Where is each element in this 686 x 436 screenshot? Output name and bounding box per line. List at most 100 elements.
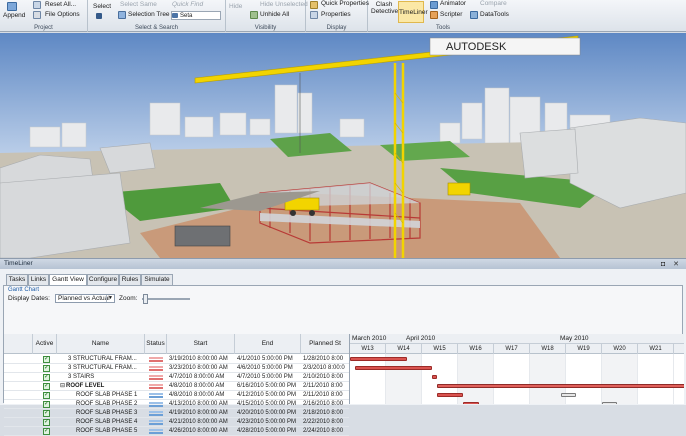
file-options-button[interactable]: File Options <box>45 11 80 18</box>
datatools-icon <box>470 11 478 19</box>
gantt-actual-bar[interactable] <box>437 384 684 388</box>
task-planned-start: 2/11/2010 8:00 <box>303 383 343 389</box>
tab-rules[interactable]: Rules <box>119 274 141 285</box>
week-header: W17 <box>494 344 530 354</box>
status-icon <box>149 366 163 371</box>
tab-tasks[interactable]: Tasks <box>6 274 28 285</box>
task-start: 4/8/2010 8:00:00 AM <box>169 383 225 389</box>
gantt-actual-bar[interactable] <box>437 393 464 397</box>
unhide-icon <box>250 11 258 19</box>
table-row[interactable]: ✓ ROOF SLAB PHASE 3 4/19/2010 8:00:00 AM 4/… <box>4 409 349 418</box>
task-planned-start: 2/22/2010 8:00 <box>303 419 344 425</box>
table-row[interactable]: ✓ 3 STRUCTURAL FRAM... 3/23/2010 8:00:00 A… <box>4 364 349 373</box>
gantt-actual-bar[interactable] <box>350 357 407 361</box>
status-icon <box>149 411 163 416</box>
scripter-button[interactable]: Scripter <box>440 11 462 18</box>
select-search-caption: Select & Search <box>134 25 179 31</box>
clash-detective-button[interactable]: Clash Detective <box>371 1 399 23</box>
hide-button[interactable]: Hide <box>229 3 242 10</box>
task-name: 3 STAIRS <box>68 374 95 380</box>
table-row[interactable]: ✓ ROOF SLAB PHASE 4 4/21/2010 8:00:00 AM 4/… <box>4 418 349 427</box>
active-checkbox[interactable]: ✓ <box>43 419 50 426</box>
quick-properties-button[interactable]: Quick Properties <box>321 0 369 7</box>
table-row[interactable]: ✓ ⊟ ROOF LEVEL 4/8/2010 8:00:00 AM 6/16/2010… <box>4 382 349 391</box>
column-header-active[interactable]: Active <box>33 334 57 354</box>
week-header: W16 <box>458 344 494 354</box>
animator-button[interactable]: Animator <box>440 0 466 7</box>
column-header-planned-start[interactable]: Planned St <box>301 334 349 354</box>
tab-configure[interactable]: Configure <box>87 274 119 285</box>
task-grid: Active Name Status Start End Planned St … <box>4 334 349 436</box>
week-column <box>494 354 530 404</box>
reset-all-button[interactable]: Reset All... <box>45 1 76 8</box>
column-header-name[interactable]: Name <box>57 334 145 354</box>
gantt-planned-bar[interactable] <box>602 402 618 404</box>
gantt-chart-label: Gantt Chart <box>8 287 40 293</box>
animator-icon <box>430 1 438 9</box>
select-same-button[interactable]: Select Same <box>120 1 157 8</box>
timeliner-panel: TimeLiner ◘ ✕ Tasks Links Gantt View Con… <box>0 258 686 436</box>
selection-tree-button[interactable]: Selection Tree <box>128 11 170 18</box>
zoom-slider-track[interactable] <box>142 298 190 300</box>
display-dates-label: Display Dates: <box>8 295 50 302</box>
task-start: 4/8/2010 8:00:00 AM <box>169 392 225 398</box>
task-start: 4/7/2010 8:00:00 AM <box>169 374 225 380</box>
table-row[interactable]: ✓ 3 STRUCTURAL FRAM... 3/19/2010 8:00:00 A… <box>4 355 349 364</box>
quick-find-input[interactable]: Seta <box>171 11 221 20</box>
gantt-actual-bar[interactable] <box>432 375 438 379</box>
status-icon <box>149 375 163 380</box>
quick-find-value: Seta <box>180 13 193 19</box>
scripter-icon <box>430 11 438 19</box>
unhide-all-button[interactable]: Unhide All <box>260 11 289 18</box>
gantt-actual-bar[interactable] <box>355 366 433 370</box>
status-icon <box>149 384 163 389</box>
properties-button[interactable]: Properties <box>321 11 351 18</box>
table-row[interactable]: ✓ 3 STAIRS 4/7/2010 8:00:00 AM 4/7/2010 5:0… <box>4 373 349 382</box>
clash-detective-label: Clash Detective <box>371 1 399 15</box>
task-end: 6/16/2010 5:00:00 PM <box>237 383 297 389</box>
collapse-icon[interactable]: ⊟ <box>60 382 65 391</box>
tools-group: Clash Detective TimeLiner Animator Compa… <box>368 0 518 32</box>
datatools-button[interactable]: DataTools <box>480 11 509 18</box>
append-button[interactable]: Append <box>3 12 25 19</box>
compare-button[interactable]: Compare <box>480 0 507 7</box>
table-row[interactable]: ✓ ROOF SLAB PHASE 5 4/26/2010 8:00:00 AM 4/… <box>4 427 349 436</box>
zoom-slider-thumb[interactable] <box>143 294 148 304</box>
active-checkbox[interactable]: ✓ <box>43 365 50 372</box>
active-checkbox[interactable]: ✓ <box>43 428 50 435</box>
gantt-planned-bar[interactable] <box>560 393 577 397</box>
active-checkbox[interactable]: ✓ <box>43 383 50 390</box>
gantt-week-header: W13 W14 W15 W16 W17 W18 W19 W20 W21 <box>350 344 684 354</box>
3d-viewport[interactable]: AUTODESK <box>0 33 686 258</box>
display-dates-select[interactable]: Planned vs Actual ▼ <box>55 294 115 303</box>
column-header-status[interactable]: Status <box>145 334 167 354</box>
task-planned-start: 2/18/2010 8:00 <box>303 410 344 416</box>
active-checkbox[interactable]: ✓ <box>43 374 50 381</box>
active-checkbox[interactable]: ✓ <box>43 392 50 399</box>
week-column <box>350 354 386 404</box>
display-caption: Display <box>326 25 347 31</box>
panel-controls[interactable]: ◘ ✕ <box>661 260 682 270</box>
week-header: W15 <box>422 344 458 354</box>
hide-unselected-button[interactable]: Hide Unselected <box>260 1 308 8</box>
task-name: 3 STRUCTURAL FRAM... <box>68 356 137 362</box>
file-options-icon <box>33 11 41 19</box>
active-checkbox[interactable]: ✓ <box>43 410 50 417</box>
task-end: 4/12/2010 5:00:00 PM <box>237 392 297 398</box>
table-row[interactable]: ✓ ROOF SLAB PHASE 1 4/8/2010 8:00:00 AM 4/1… <box>4 391 349 400</box>
timeliner-button[interactable]: TimeLiner <box>398 1 428 23</box>
select-button[interactable]: Select <box>93 3 111 10</box>
gantt-actual-bar[interactable] <box>463 402 479 404</box>
column-header-blank <box>4 334 33 354</box>
column-header-start[interactable]: Start <box>167 334 235 354</box>
task-planned-start: 2/24/2010 8:00 <box>303 428 344 434</box>
task-planned-start: 2/10/2010 8:00 <box>303 374 344 380</box>
task-end: 4/7/2010 5:00:00 PM <box>237 374 293 380</box>
week-column <box>602 354 638 404</box>
status-icon <box>149 393 163 398</box>
tab-simulate[interactable]: Simulate <box>141 274 173 285</box>
active-checkbox[interactable]: ✓ <box>43 356 50 363</box>
column-header-end[interactable]: End <box>235 334 301 354</box>
status-icon <box>149 420 163 425</box>
tab-links[interactable]: Links <box>28 274 49 285</box>
